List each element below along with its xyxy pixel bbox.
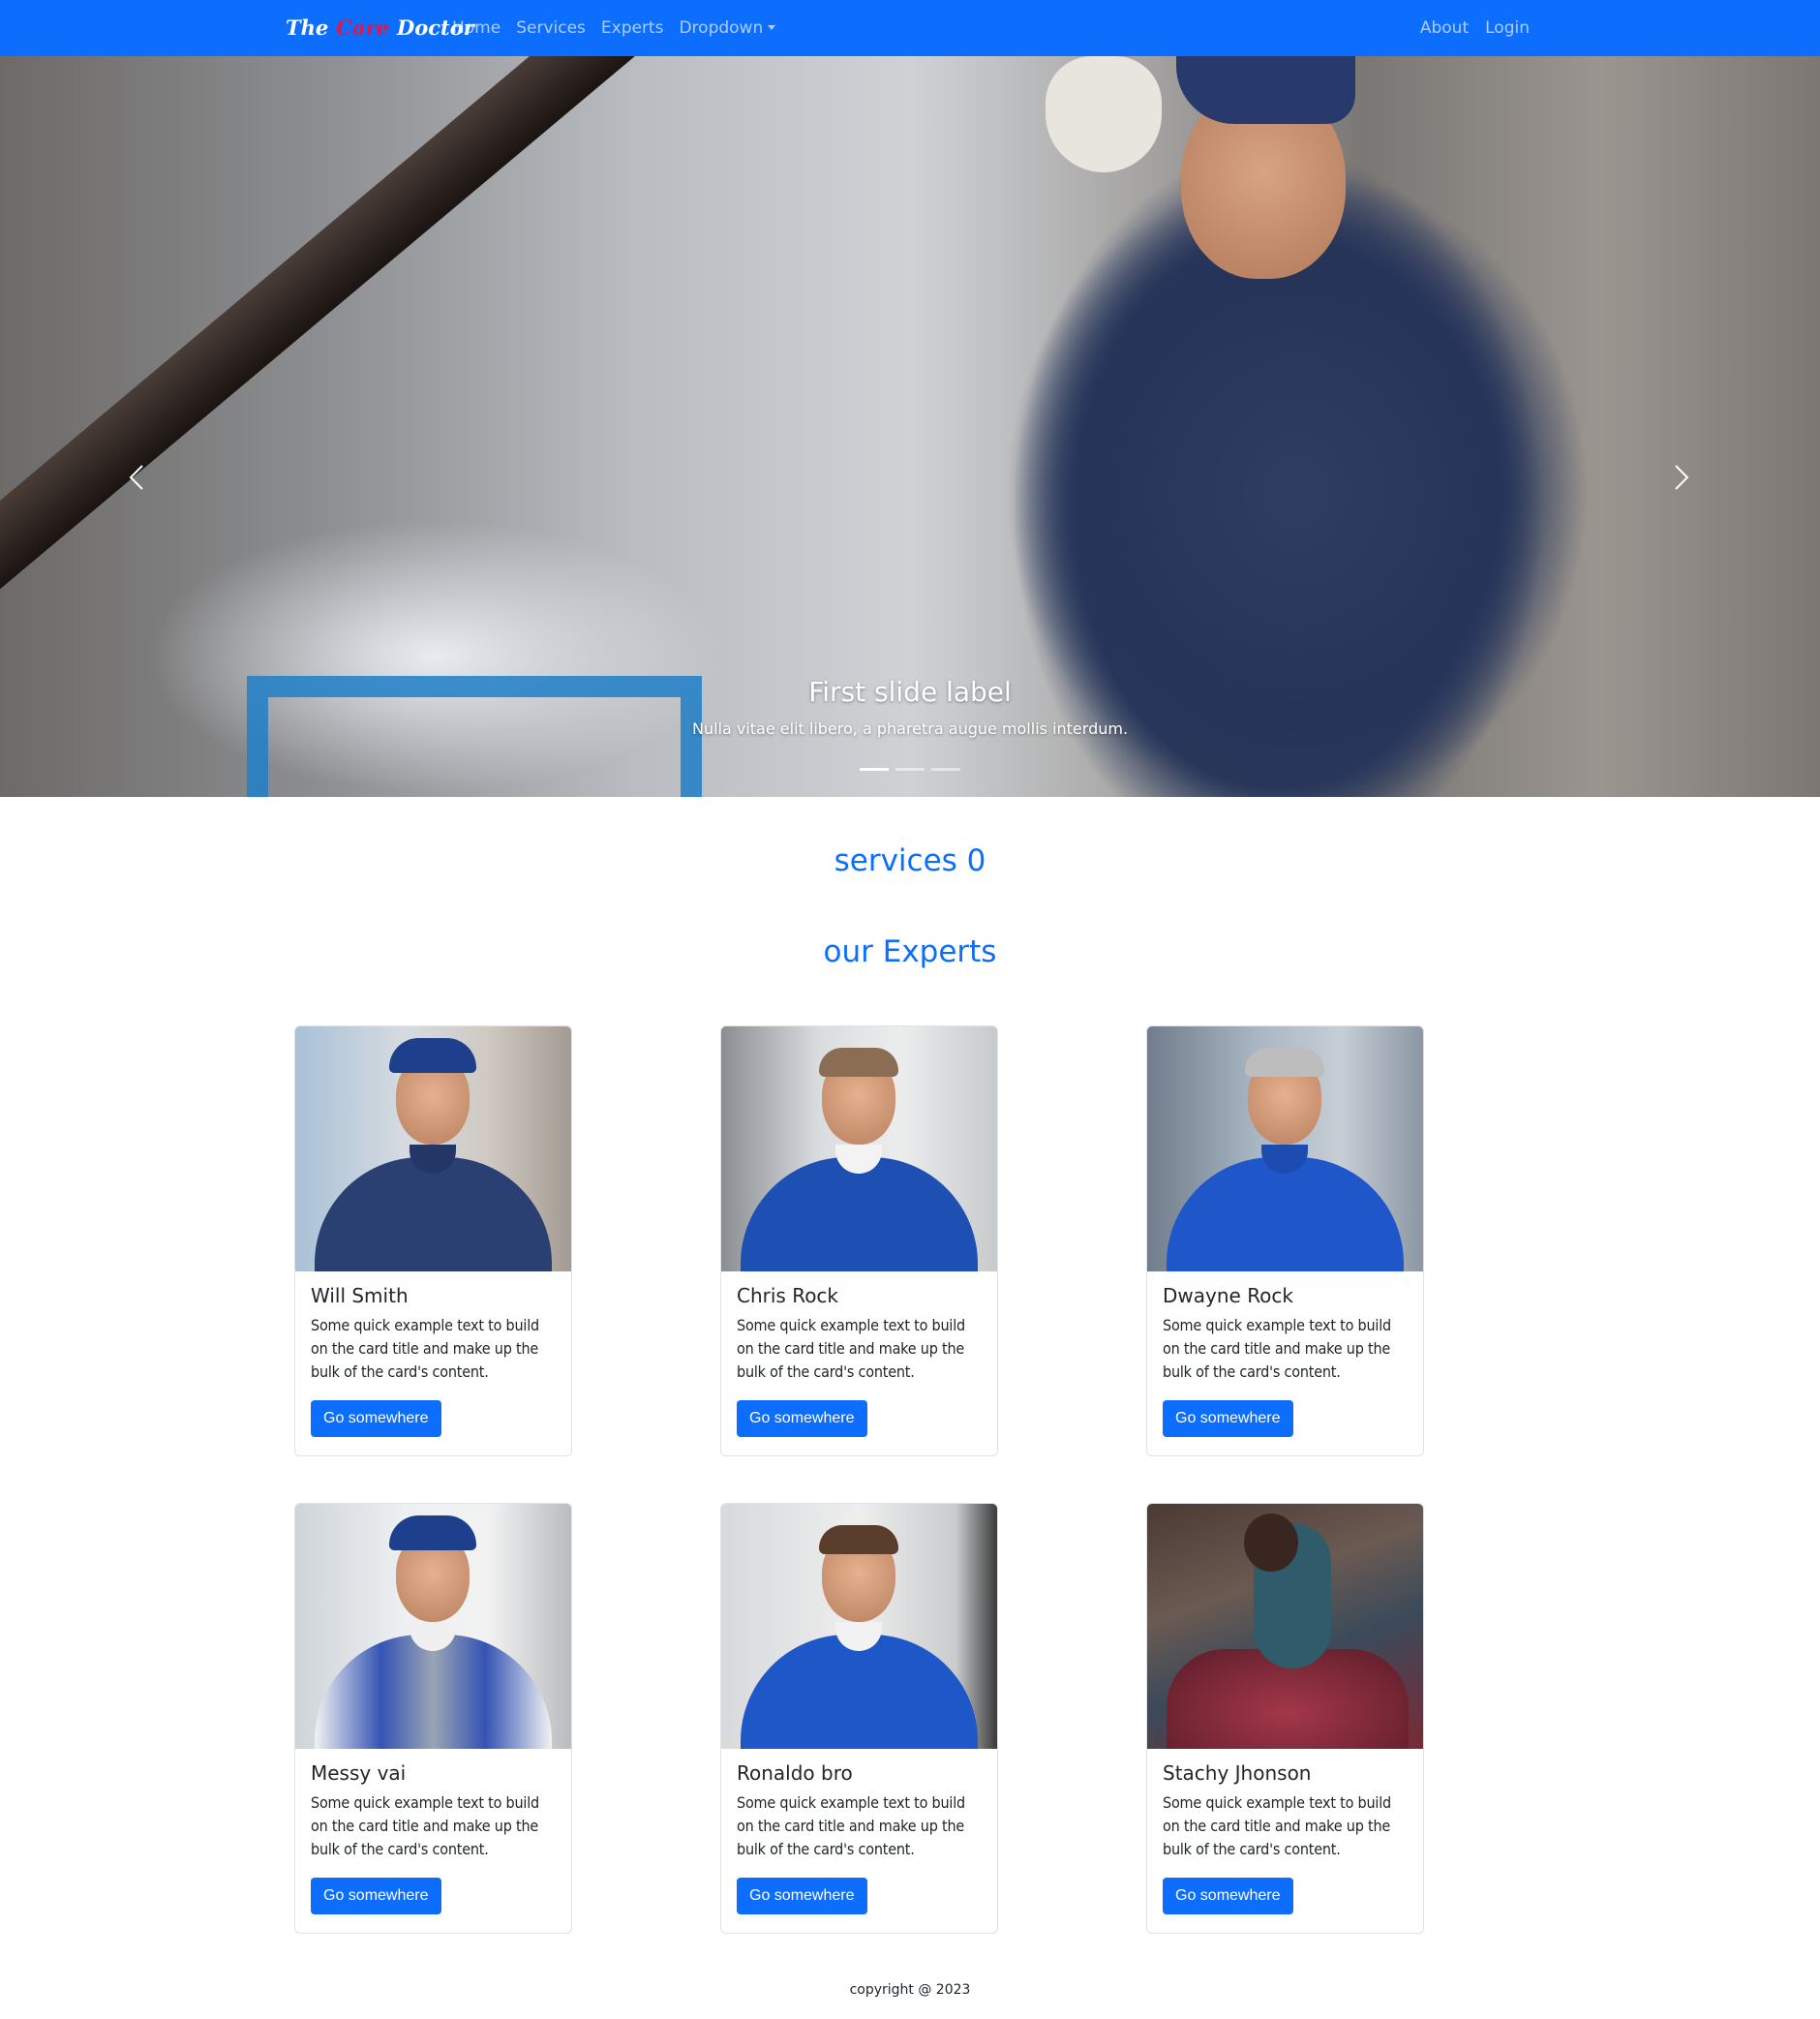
expert-photo [295, 1026, 571, 1271]
go-somewhere-button[interactable]: Go somewhere [311, 1400, 441, 1437]
hero-carousel: First slide label Nulla vitae elit liber… [0, 56, 1820, 797]
carousel-indicator-1[interactable] [860, 768, 889, 771]
card-title: Dwayne Rock [1163, 1284, 1293, 1307]
expert-photo [721, 1026, 997, 1271]
carousel-next-button[interactable] [1662, 448, 1701, 506]
nav-left: Home Services Experts Dropdown [452, 0, 791, 56]
expert-card-chris-rock: Chris Rock Some quick example text to bu… [720, 1025, 998, 1456]
nav-dropdown[interactable]: Dropdown [679, 18, 776, 38]
card-title: Will Smith [311, 1284, 409, 1307]
go-somewhere-button[interactable]: Go somewhere [737, 1400, 867, 1437]
nav-right: About Login [1404, 0, 1530, 56]
chevron-right-icon [1675, 465, 1689, 490]
go-somewhere-button[interactable]: Go somewhere [1163, 1400, 1293, 1437]
card-text: Some quick example text to build on the … [311, 1793, 539, 1858]
chevron-left-icon [129, 465, 143, 490]
nav-link-home[interactable]: Home [452, 18, 500, 38]
go-somewhere-button[interactable]: Go somewhere [737, 1878, 867, 1914]
expert-card-dwayne-rock: Dwayne Rock Some quick example text to b… [1146, 1025, 1424, 1456]
footer-copyright: copyright @ 2023 [849, 1982, 971, 1998]
carousel-caption-title: First slide label [808, 676, 1012, 708]
caret-down-icon [768, 25, 776, 30]
carousel-indicators [0, 768, 1820, 771]
carousel-caption-text: Nulla vitae elit libero, a pharetra augu… [691, 719, 1129, 738]
brand-logo[interactable]: The Care Doctor [286, 13, 474, 44]
carousel-indicator-3[interactable] [931, 768, 960, 771]
brand-word-care: Care [336, 15, 390, 40]
carousel-indicator-2[interactable] [895, 768, 925, 771]
hero-image-cap [1176, 56, 1355, 124]
expert-card-stachy-jhonson: Stachy Jhonson Some quick example text t… [1146, 1503, 1424, 1934]
photo-person-head [1244, 1514, 1298, 1572]
nav-dropdown-label: Dropdown [679, 18, 764, 38]
hero-image-glove [1046, 56, 1162, 172]
nav-link-login[interactable]: Login [1485, 18, 1530, 38]
brand-word-the: The [286, 15, 329, 40]
card-title: Chris Rock [737, 1284, 839, 1307]
card-text: Some quick example text to build on the … [1163, 1793, 1391, 1858]
expert-photo [295, 1504, 571, 1749]
go-somewhere-button[interactable]: Go somewhere [1163, 1878, 1293, 1914]
card-text: Some quick example text to build on the … [737, 1793, 965, 1858]
navbar: The Care Doctor Home Services Experts Drop… [0, 0, 1820, 56]
carousel-prev-button[interactable] [117, 448, 156, 506]
card-text: Some quick example text to build on the … [311, 1316, 539, 1381]
card-title: Stachy Jhonson [1163, 1761, 1312, 1785]
go-somewhere-button[interactable]: Go somewhere [311, 1878, 441, 1914]
experts-heading: our Experts [823, 934, 997, 969]
card-title: Messy vai [311, 1761, 407, 1785]
expert-photo [721, 1504, 997, 1749]
expert-card-will-smith: Will Smith Some quick example text to bu… [294, 1025, 572, 1456]
expert-card-messy-vai: Messy vai Some quick example text to bui… [294, 1503, 572, 1934]
nav-link-services[interactable]: Services [516, 18, 586, 38]
expert-photo [1147, 1026, 1423, 1271]
card-text: Some quick example text to build on the … [1163, 1316, 1391, 1381]
hero-image-hood [0, 56, 743, 620]
nav-link-experts[interactable]: Experts [601, 18, 664, 38]
card-title: Ronaldo bro [737, 1761, 853, 1785]
services-heading: services 0 [834, 843, 986, 878]
card-text: Some quick example text to build on the … [737, 1316, 965, 1381]
nav-link-about[interactable]: About [1420, 18, 1469, 38]
expert-photo [1147, 1504, 1423, 1749]
expert-card-ronaldo-bro: Ronaldo bro Some quick example text to b… [720, 1503, 998, 1934]
